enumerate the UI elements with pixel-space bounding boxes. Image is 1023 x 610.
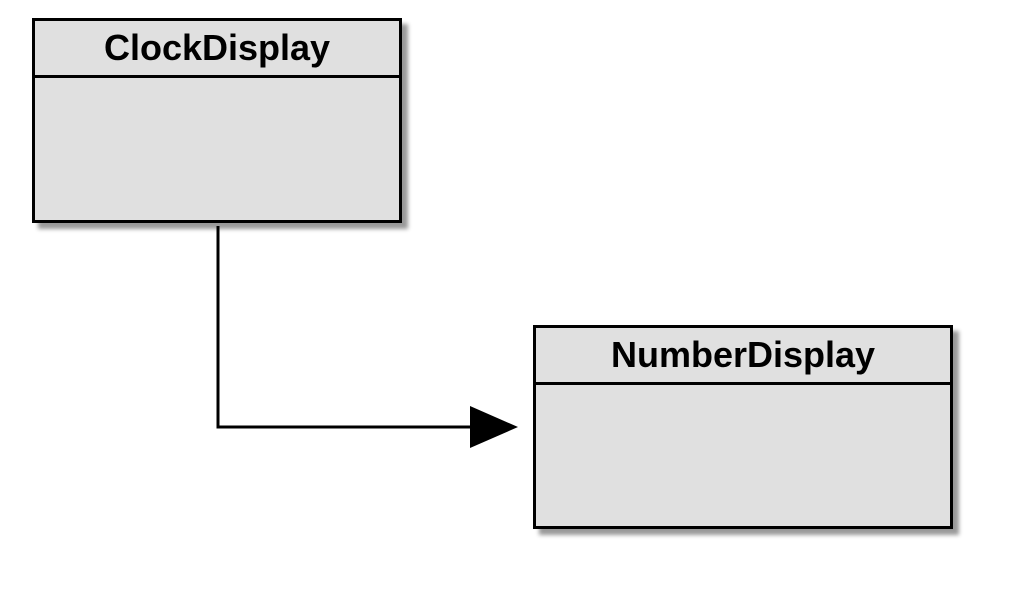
- class-clock-display: ClockDisplay: [32, 18, 402, 223]
- class-body-number-display: [536, 385, 950, 533]
- class-number-display: NumberDisplay: [533, 325, 953, 529]
- class-name-number-display: NumberDisplay: [536, 328, 950, 385]
- class-body-clock-display: [35, 78, 399, 228]
- class-name-clock-display: ClockDisplay: [35, 21, 399, 78]
